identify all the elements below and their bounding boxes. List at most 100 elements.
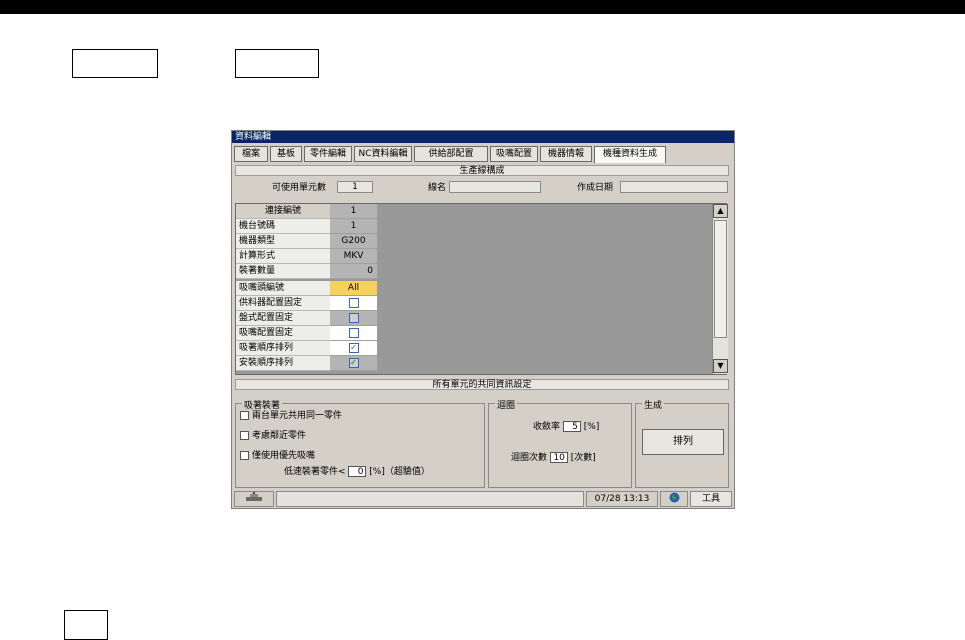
grid-row-label: 機台號碼: [236, 219, 330, 234]
grid-row-label: 吸嘴配置固定: [236, 326, 330, 341]
generate-group: 生成 排列: [635, 398, 729, 488]
units-field: 1: [337, 181, 373, 193]
common-settings-bar: 所有單元的共同資訊設定: [235, 379, 729, 390]
grid-row[interactable]: 吸著順序排列 ✓: [236, 341, 377, 356]
outer-box-3[interactable]: [64, 610, 108, 640]
grid-row-value[interactable]: 1: [330, 219, 377, 234]
grid-row-label: 吸著順序排列: [236, 341, 330, 356]
scroll-down-icon[interactable]: ▼: [713, 359, 728, 373]
grid-row-value[interactable]: MKV: [330, 249, 377, 264]
arrange-button[interactable]: 排列: [642, 429, 724, 455]
opt-priority-nozzle[interactable]: 僅使用優先吸嘴: [240, 451, 315, 462]
grid-row[interactable]: 供料器配置固定: [236, 296, 377, 311]
checkbox[interactable]: ✓: [348, 357, 359, 368]
tab-board[interactable]: 基板: [270, 146, 302, 162]
adsorb-group-title: 吸著裝著: [242, 398, 283, 411]
generate-group-title: 生成: [642, 398, 665, 411]
tab-machine-info[interactable]: 機器情報: [540, 146, 592, 162]
checkbox[interactable]: [348, 312, 359, 323]
low-speed-suffix: [%]（超驗值）: [369, 467, 430, 477]
top-black-bar: [0, 0, 965, 14]
opt-priority-nozzle-label: 僅使用優先吸嘴: [252, 451, 316, 461]
scroll-thumb[interactable]: [714, 220, 727, 338]
status-bar: 07/28 13:13 工具: [232, 491, 734, 508]
loop-count-input[interactable]: 10: [549, 452, 568, 463]
grid-row[interactable]: 吸嘴配置固定: [236, 326, 377, 341]
machine-setting-grid: 連接編號 1 機台號碼 1 機器類型 G200 計算形式 MKV 裝著數量 0 …: [235, 203, 728, 375]
grid-row-label: 吸嘴頭編號: [236, 281, 330, 296]
grid-row-label: 裝著數量: [236, 264, 330, 279]
globe-button[interactable]: [660, 491, 688, 507]
checkbox[interactable]: [348, 297, 359, 308]
grid-row[interactable]: 裝著數量 0: [236, 264, 377, 279]
tools-button[interactable]: 工具: [690, 491, 732, 507]
grid-row-checkbox-cell[interactable]: [330, 326, 377, 341]
grid-row-label: 安裝順序排列: [236, 356, 330, 371]
vertical-scrollbar[interactable]: ▲ ▼: [712, 204, 728, 374]
convergence-rate-input[interactable]: 5: [562, 421, 581, 432]
grid-row[interactable]: 機器類型 G200: [236, 234, 377, 249]
grid-row-label: 計算形式: [236, 249, 330, 264]
grid-row[interactable]: 計算形式 MKV: [236, 249, 377, 264]
adsorb-group: 吸著裝著 兩台單元共用同一零件 考慮鄰近零件 僅使用優先吸嘴 低速裝著零件< 0…: [235, 398, 485, 488]
opt-neighbor-part[interactable]: 考慮鄰近零件: [240, 431, 306, 442]
low-speed-setting: 低速裝著零件< 0 [%]（超驗值）: [284, 466, 430, 478]
loop-group: 迴圈 收斂率 5 [%] 迴圈次數 10 [次數]: [488, 398, 632, 488]
low-speed-prefix: 低速裝著零件<: [284, 467, 346, 477]
loop-count-label: 迴圈次數: [511, 453, 548, 463]
grid-row-label: 供料器配置固定: [236, 296, 330, 311]
grid-row-label: 機器類型: [236, 234, 330, 249]
checkbox-icon[interactable]: [240, 451, 249, 460]
convergence-rate-unit: [%]: [583, 422, 600, 432]
status-time: 07/28 13:13: [586, 491, 658, 507]
grid-row[interactable]: 機台號碼 1: [236, 219, 377, 234]
outer-box-1[interactable]: [72, 49, 158, 78]
tab-model-data-generate[interactable]: 機種資料生成: [594, 146, 666, 163]
grid-header-value: 1: [330, 204, 377, 219]
grid-row-value[interactable]: G200: [330, 234, 377, 249]
grid-row-checkbox-cell[interactable]: ✓: [330, 341, 377, 356]
grid-header-row: 連接編號 1: [236, 204, 377, 219]
grid-row-checkbox-cell[interactable]: ✓: [330, 356, 377, 371]
units-label: 可使用單元數: [272, 183, 327, 193]
grid-row[interactable]: 盤式配置固定: [236, 311, 377, 326]
scroll-up-icon[interactable]: ▲: [713, 204, 728, 218]
grid-row-checkbox-cell[interactable]: [330, 311, 377, 326]
grid-row[interactable]: 安裝順序排列 ✓: [236, 356, 377, 371]
checkbox-icon[interactable]: [240, 411, 249, 420]
opt-shared-part[interactable]: 兩台單元共用同一零件: [240, 411, 342, 422]
machine-icon: [246, 492, 262, 501]
globe-icon: [669, 492, 679, 503]
tab-feeder-config[interactable]: 供給部配置: [414, 146, 488, 162]
section-title-bar: 生產線構成: [235, 165, 729, 176]
checkbox[interactable]: [348, 327, 359, 338]
tab-file[interactable]: 檔案: [234, 146, 268, 162]
convergence-rate-label: 收斂率: [533, 422, 561, 432]
line-name-field[interactable]: [449, 181, 541, 193]
grid-header-label: 連接編號: [236, 204, 330, 219]
tab-part-edit[interactable]: 零件編輯: [304, 146, 352, 162]
line-name-label: 線名: [428, 183, 447, 193]
grid-row-label: 盤式配置固定: [236, 311, 330, 326]
loop-count-unit: [次數]: [570, 453, 596, 463]
grid-row[interactable]: 吸嘴頭編號 All: [236, 281, 377, 296]
checkbox-icon[interactable]: [240, 431, 249, 440]
grid-row-checkbox-cell[interactable]: [330, 296, 377, 311]
tab-nozzle-config[interactable]: 吸嘴配置: [490, 146, 538, 162]
low-speed-input[interactable]: 0: [348, 466, 367, 477]
convergence-rate: 收斂率 5 [%]: [533, 421, 599, 433]
opt-neighbor-part-label: 考慮鄰近零件: [252, 431, 307, 441]
status-message: [276, 491, 584, 507]
grid-row-value[interactable]: 0: [330, 264, 377, 279]
tab-nc-edit[interactable]: NC資料編輯: [354, 146, 412, 162]
checkbox[interactable]: ✓: [348, 342, 359, 353]
created-date-label: 作成日期: [577, 183, 614, 193]
data-edit-window: 資料編輯 檔案 基板 零件編輯 NC資料編輯 供給部配置 吸嘴配置 機器情報 機…: [231, 130, 735, 509]
loop-count: 迴圈次數 10 [次數]: [511, 452, 596, 464]
grid-row-value[interactable]: All: [330, 281, 377, 296]
created-date-field: [620, 181, 728, 193]
loop-group-title: 迴圈: [495, 398, 518, 411]
outer-box-2[interactable]: [235, 49, 319, 78]
status-machine-button[interactable]: [234, 491, 274, 507]
window-title: 資料編輯: [232, 131, 734, 143]
